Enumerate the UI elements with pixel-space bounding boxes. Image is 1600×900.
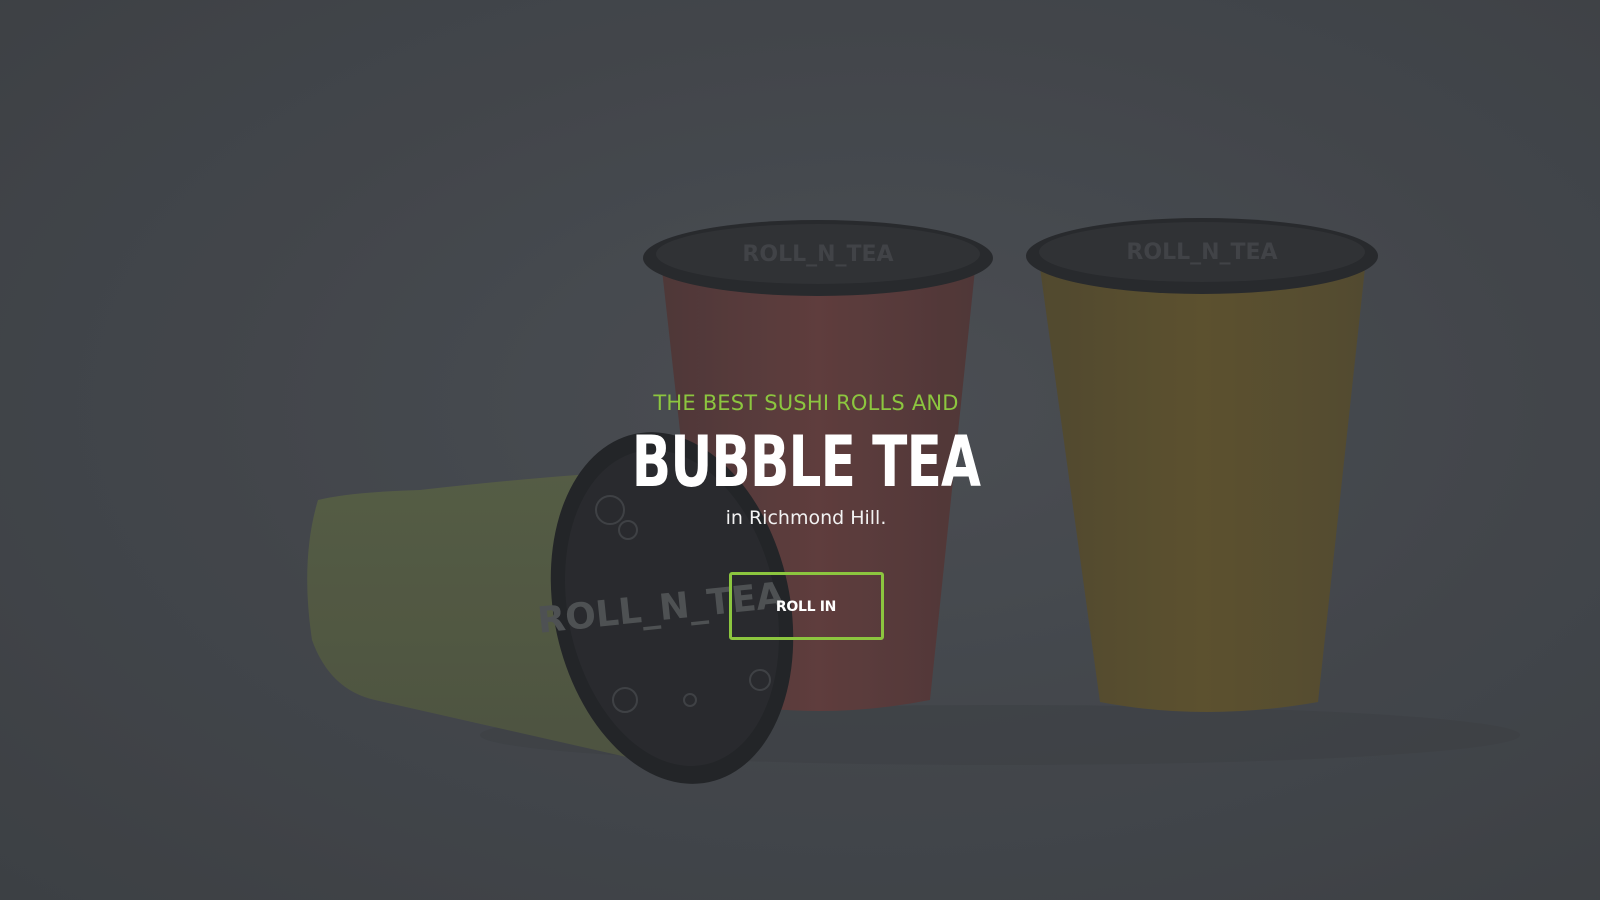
hero-section: ROLL_N_TEA ROLL_N_TEA ROLL_N_TEA THE BES… (0, 0, 1600, 900)
hero-content: THE BEST SUSHI ROLLS AND BUBBLE TEA in R… (0, 388, 1600, 640)
hero-title: BUBBLE TEA (631, 421, 981, 503)
roll-in-button[interactable]: ROLL IN (728, 572, 884, 640)
hero-kicker: THE BEST SUSHI ROLLS AND (653, 391, 959, 415)
hero-subtitle: in Richmond Hill. (725, 507, 887, 529)
